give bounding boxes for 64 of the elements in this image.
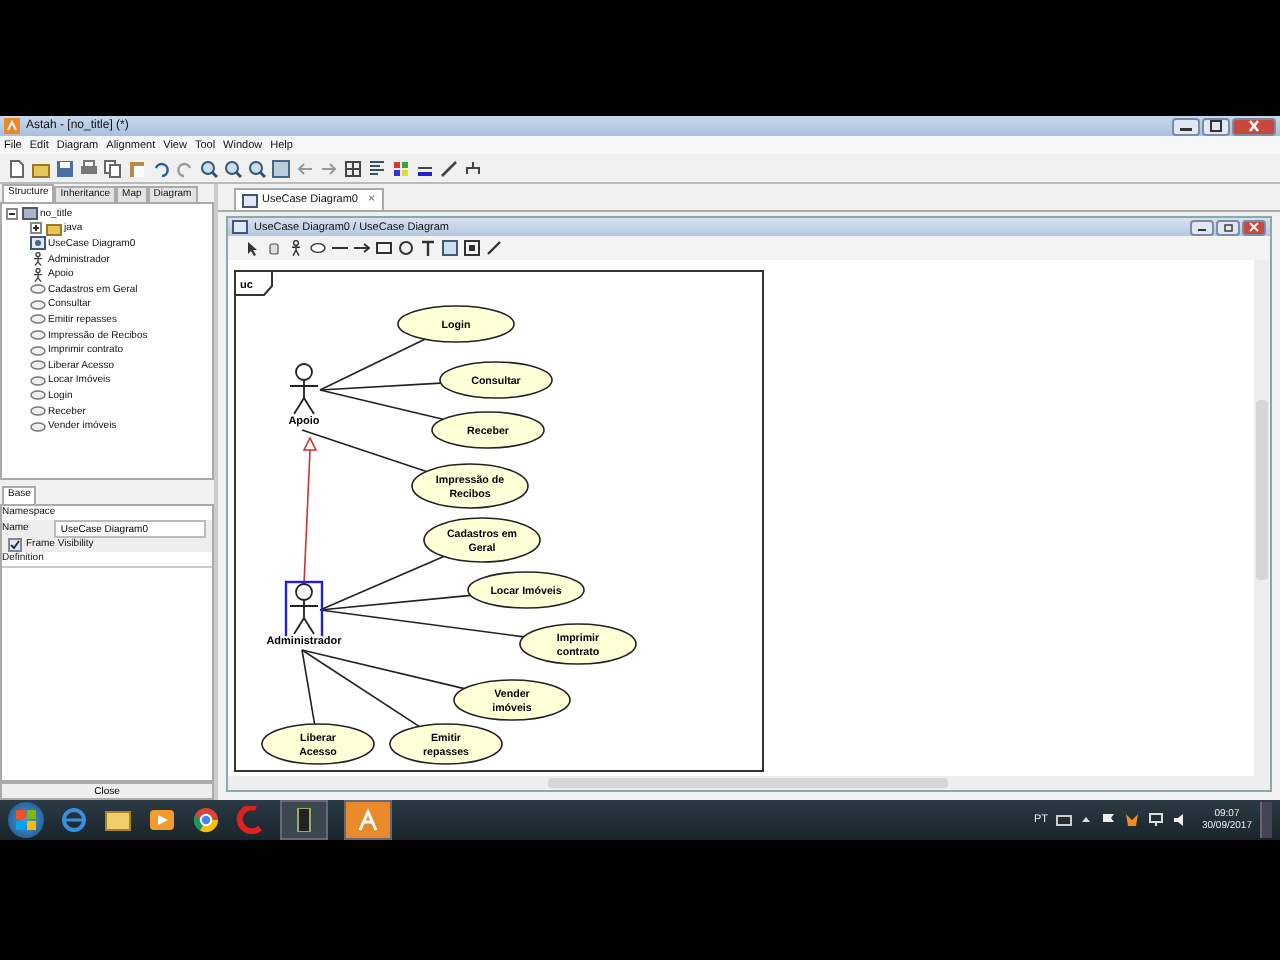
circle-icon[interactable] [398,240,414,256]
rectangle-icon[interactable] [376,240,392,256]
print-icon[interactable] [80,159,98,177]
close-icon [1248,222,1260,232]
maximize-icon [1208,120,1224,132]
save-icon[interactable] [56,159,74,177]
speaker-icon[interactable] [1171,812,1188,828]
stick-figure-icon[interactable] [288,240,304,256]
checkbox[interactable] [8,538,22,552]
use-case-ellipse[interactable] [261,723,375,765]
restore-button[interactable] [1216,219,1240,235]
zoom-in-icon[interactable] [200,159,218,177]
taskbar-app-button[interactable] [280,800,328,840]
start-button[interactable] [8,802,44,838]
color-palette-icon[interactable] [392,159,410,177]
pen-icon[interactable] [440,159,458,177]
align-icon[interactable] [368,159,386,177]
scrollbar-thumb[interactable] [548,778,948,788]
text-tool-icon[interactable] [420,240,436,256]
fox-icon[interactable] [1123,812,1140,828]
flag-icon[interactable] [1099,812,1116,828]
collapse-icon[interactable] [6,207,18,220]
use-case-ellipse[interactable] [397,305,515,343]
actor-icon[interactable] [289,363,319,415]
use-case-ellipse[interactable] [453,679,571,721]
copy-icon[interactable] [104,159,122,177]
project-icon [22,206,38,221]
use-case-ellipse[interactable] [423,517,541,563]
new-file-icon[interactable] [8,159,26,177]
close-button[interactable] [1232,117,1276,135]
use-case-ellipse[interactable] [467,571,585,609]
pen-icon[interactable] [486,240,502,256]
tree-layout-icon[interactable] [464,159,482,177]
minimize-button[interactable] [1172,117,1200,135]
restore-icon [1222,222,1234,232]
use-case-ellipse[interactable] [439,361,553,399]
expand-icon[interactable] [30,222,42,235]
use-case-ellipse[interactable] [431,411,545,449]
folder-icon [46,221,62,236]
keyboard-icon[interactable] [1055,812,1072,828]
close-button[interactable] [1242,219,1266,235]
media-player-icon[interactable] [148,806,176,834]
use-case-ellipse[interactable] [519,623,637,665]
folder-icon[interactable] [104,806,132,834]
caret-up-icon[interactable] [1079,814,1092,826]
minimize-button[interactable] [1190,219,1214,235]
diagram-icon [30,236,46,251]
scrollbar-thumb[interactable] [1256,400,1268,580]
undo-icon[interactable] [152,159,170,177]
arrow-icon[interactable] [354,240,370,256]
use-case-ellipse[interactable] [411,463,529,509]
association-line [301,429,428,473]
app-logo-icon [356,808,380,832]
taskbar-app-button[interactable] [344,800,392,840]
zoom-out-icon[interactable] [224,159,242,177]
ellipse-icon[interactable] [310,240,326,256]
close-icon [1246,120,1262,132]
checkmark-icon [10,540,20,550]
use-case-ellipse[interactable] [389,723,503,765]
cursor-icon[interactable] [244,240,260,256]
browser-icon[interactable] [192,806,220,834]
search-icon[interactable] [248,159,266,177]
maximize-button[interactable] [1202,117,1230,135]
windows-logo-icon [16,810,36,830]
